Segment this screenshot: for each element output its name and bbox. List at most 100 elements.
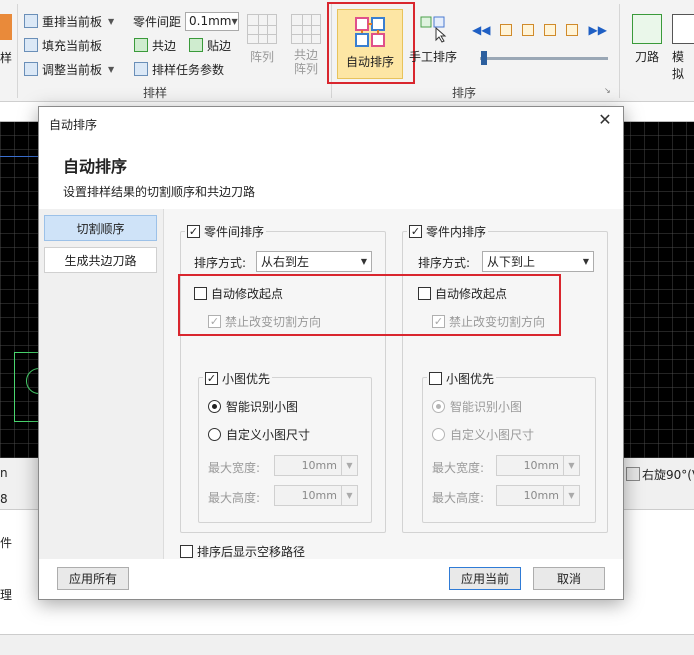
manual-sort-label: 手工排序 <box>409 50 458 64</box>
sort-step-controls: ◀◀ ▶▶ <box>472 20 607 40</box>
highlight-box <box>327 2 415 84</box>
small-first-right-checkbox[interactable] <box>429 372 442 385</box>
custom-size-left-row[interactable]: 自定义小图尺寸 <box>208 426 310 443</box>
group-label-sort: 排序 <box>452 86 477 100</box>
smart-detect-right-radio[interactable] <box>432 400 445 413</box>
adjust-icon <box>24 62 38 76</box>
simulate-icon <box>672 14 694 44</box>
smart-detect-left-radio[interactable] <box>208 400 221 413</box>
spacing-value: 0.1mm <box>189 14 232 28</box>
status-text-left: n <box>0 466 8 480</box>
max-height-input-right[interactable]: 10mm ▼ <box>496 485 580 506</box>
small-first-right-row[interactable]: 小图优先 <box>427 370 497 387</box>
last-step-icon[interactable]: ▶▶ <box>588 23 606 37</box>
chevron-down-icon: ▼ <box>360 257 367 266</box>
spacing-control: 零件间距 0.1mm ▼ <box>133 11 240 31</box>
canvas-line <box>0 156 40 157</box>
step-back-icon[interactable] <box>500 24 513 36</box>
sort-mode-select-left[interactable]: 从右到左 ▼ <box>256 251 372 272</box>
small-first-left-row[interactable]: 小图优先 <box>203 370 273 387</box>
task-params-button[interactable]: 排样任务参数 <box>134 59 224 79</box>
step-next-icon[interactable] <box>544 24 557 36</box>
status-text-left2: 8 <box>0 492 8 506</box>
spacing-label: 零件间距 <box>133 14 182 29</box>
between-parts-checkbox[interactable] <box>187 225 200 238</box>
max-height-label-right: 最大高度: <box>432 491 485 505</box>
dialog-titlebar[interactable]: 自动排序 ✕ <box>39 107 623 137</box>
common-edge-array-button[interactable]: 共边 阵列 <box>289 14 323 76</box>
chevron-down-icon: ▼ <box>231 16 238 26</box>
rotate-right-label[interactable]: 右旋90°(V <box>642 466 694 483</box>
adjust-current-button[interactable]: 调整当前板 ▼ <box>24 59 114 79</box>
custom-size-right-radio[interactable] <box>432 428 445 441</box>
show-empty-path-checkbox[interactable] <box>180 545 193 558</box>
custom-size-left-radio[interactable] <box>208 428 221 441</box>
manual-sort-icon <box>418 14 448 44</box>
inside-parts-checkbox-row[interactable]: 零件内排序 <box>407 223 489 240</box>
ribbon-partial-left-label: 样 <box>0 50 13 65</box>
inside-parts-checkbox[interactable] <box>409 225 422 238</box>
reorder-icon <box>24 14 38 28</box>
close-icon[interactable]: ✕ <box>597 112 613 128</box>
max-width-input-left[interactable]: 10mm ▼ <box>274 455 358 476</box>
attach-edge-button[interactable]: 贴边 <box>189 35 231 55</box>
common-edge-icon <box>134 38 148 52</box>
smart-detect-left-row[interactable]: 智能识别小图 <box>208 398 298 415</box>
manual-sort-button[interactable]: 手工排序 <box>409 14 457 65</box>
apply-all-button[interactable]: 应用所有 <box>57 567 129 590</box>
step-prev-icon[interactable] <box>522 24 535 36</box>
sort-mode-label-left: 排序方式: <box>194 256 247 270</box>
apply-current-button[interactable]: 应用当前 <box>449 567 521 590</box>
max-height-input-left[interactable]: 10mm ▼ <box>274 485 358 506</box>
cancel-button[interactable]: 取消 <box>533 567 605 590</box>
slider-thumb[interactable] <box>481 51 487 65</box>
nav-cut-order[interactable]: 切割顺序 <box>44 215 157 241</box>
auto-sort-dialog: 自动排序 ✕ 自动排序 设置排样结果的切割顺序和共边刀路 切割顺序 生成共边刀路… <box>38 106 624 600</box>
nav-gen-common-edge[interactable]: 生成共边刀路 <box>44 247 157 273</box>
fill-current-button[interactable]: 填充当前板 <box>24 35 102 55</box>
chevron-down-icon[interactable]: ▼ <box>108 65 114 74</box>
reorder-current-button[interactable]: 重排当前板 ▼ <box>24 11 114 31</box>
ribbon: 样 重排当前板 ▼ 填充当前板 调整当前板 ▼ 零件间距 0.1mm ▼ 共边 … <box>0 0 694 102</box>
max-width-label-left: 最大宽度: <box>208 461 261 475</box>
panel-text-2: 理 <box>0 588 13 602</box>
chevron-down-icon: ▼ <box>341 456 357 475</box>
small-first-left-checkbox[interactable] <box>205 372 218 385</box>
sort-progress-slider[interactable] <box>480 57 608 60</box>
fill-icon <box>24 38 38 52</box>
sort-mode-label-right: 排序方式: <box>418 256 471 270</box>
chevron-down-icon: ▼ <box>582 257 589 266</box>
smart-detect-right-row[interactable]: 智能识别小图 <box>432 398 522 415</box>
bottom-bar <box>0 634 694 655</box>
dialog-body: 切割顺序 生成共边刀路 零件间排序 排序方式: 从右到左 ▼ 自动修改起点 禁止… <box>39 209 623 559</box>
panel-text-1: 件 <box>0 536 13 550</box>
common-edge-button[interactable]: 共边 <box>134 35 176 55</box>
tool-path-icon <box>632 14 662 44</box>
dialog-heading: 自动排序 <box>63 157 128 176</box>
simulate-button[interactable]: 模拟 <box>672 14 694 82</box>
first-step-icon[interactable]: ◀◀ <box>472 23 490 37</box>
sort-mode-select-right[interactable]: 从下到上 ▼ <box>482 251 594 272</box>
max-width-input-right[interactable]: 10mm ▼ <box>496 455 580 476</box>
dialog-subtitle: 设置排样结果的切割顺序和共边刀路 <box>63 185 256 199</box>
chevron-down-icon: ▼ <box>341 486 357 505</box>
rotate-icon[interactable] <box>626 467 640 481</box>
partial-icon-left <box>0 14 12 40</box>
tool-path-button[interactable]: 刀路 <box>632 14 662 65</box>
chevron-down-icon[interactable]: ▼ <box>108 17 114 26</box>
step-forward-icon[interactable] <box>566 24 579 36</box>
cut-order-panel: 零件间排序 排序方式: 从右到左 ▼ 自动修改起点 禁止改变切割方向 小图优先 <box>163 209 623 559</box>
max-height-label-left: 最大高度: <box>208 491 261 505</box>
max-width-label-right: 最大宽度: <box>432 461 485 475</box>
spacing-combo[interactable]: 0.1mm ▼ <box>185 11 240 31</box>
settings-icon <box>134 62 148 76</box>
array-button[interactable]: 阵列 <box>247 14 277 65</box>
chevron-down-icon: ▼ <box>563 456 579 475</box>
array-icon <box>247 14 277 44</box>
dialog-title: 自动排序 <box>49 118 98 132</box>
between-parts-checkbox-row[interactable]: 零件间排序 <box>185 223 267 240</box>
show-empty-path-row[interactable]: 排序后显示空移路径 <box>180 543 305 560</box>
annotation-highlight-box <box>178 274 561 336</box>
dialog-launcher-icon[interactable]: ↘ <box>604 86 611 95</box>
custom-size-right-row[interactable]: 自定义小图尺寸 <box>432 426 534 443</box>
